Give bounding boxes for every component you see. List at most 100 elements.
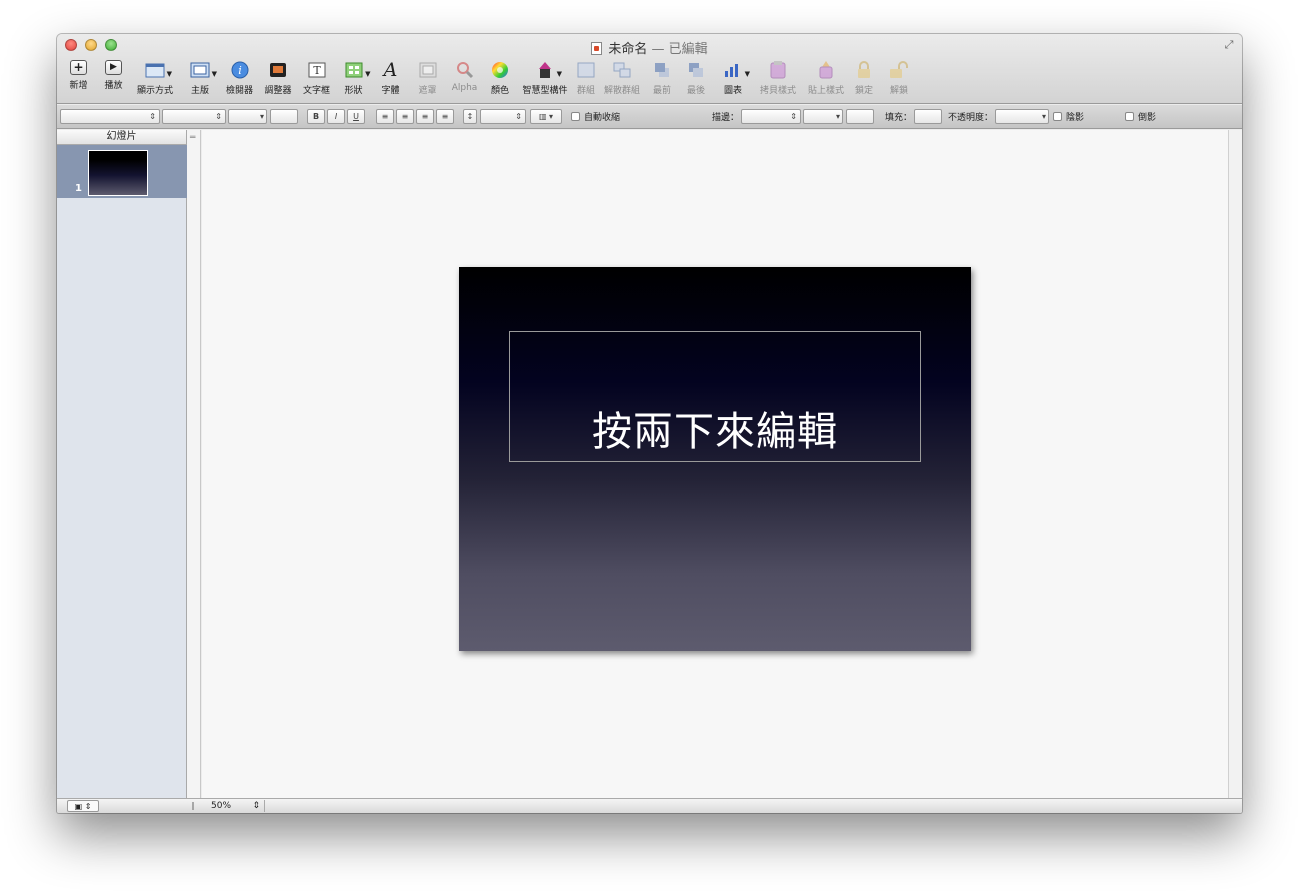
smart-build-icon: ▼: [534, 60, 562, 80]
font-family-popup[interactable]: ⇕: [162, 109, 226, 124]
zoom-value: 50%: [211, 801, 232, 811]
toolbar-new-button[interactable]: + 新增: [61, 58, 96, 102]
slide-navigator-header: 幻燈片: [57, 130, 186, 145]
toolbar-alpha-button[interactable]: Alpha: [446, 58, 483, 102]
ungroup-icon: [611, 60, 633, 80]
toolbar-inspector-button[interactable]: i 檢閱器: [221, 58, 258, 102]
autoshrink-label: 自動收縮: [584, 113, 621, 123]
title-status: 已編輯: [668, 42, 708, 57]
alpha-icon: [454, 60, 476, 80]
bold-button[interactable]: B: [307, 109, 325, 124]
toolbar-shapes-button[interactable]: ▼ 形狀: [335, 58, 372, 102]
toolbar-smart-build-button[interactable]: ▼ 智慧型構件: [517, 58, 573, 102]
navigator-splitter[interactable]: ═: [187, 130, 201, 798]
toolbar-label: 檢閱器: [225, 86, 253, 96]
view-icon: ▼: [144, 60, 172, 80]
toolbar-unlock-button[interactable]: 解鎖: [879, 58, 919, 102]
title-placeholder[interactable]: 按兩下來編輯: [509, 331, 921, 462]
toolbar-fonts-button[interactable]: A 字體: [372, 58, 409, 102]
toolbar-ungroup-button[interactable]: 解散群組: [599, 58, 645, 102]
status-bar: ▣ ⇕ ‖ 50% ⇕: [57, 798, 1242, 813]
reflection-checkbox[interactable]: [1125, 112, 1134, 121]
unlock-icon: [888, 60, 910, 80]
autoshrink-checkbox[interactable]: [571, 112, 580, 121]
underline-button[interactable]: U: [347, 109, 365, 124]
window-title-text: 未命名: [608, 42, 648, 57]
slide-navigator-item[interactable]: 1: [57, 145, 187, 198]
vertical-scrollbar[interactable]: [1228, 130, 1242, 798]
master-slides-icon: ▼: [189, 60, 217, 80]
toolbar-label: 新增: [69, 81, 88, 91]
plus-icon: +: [70, 60, 87, 75]
toolbar-textbox-button[interactable]: T 文字框: [298, 58, 335, 102]
font-size-combo[interactable]: ▾: [228, 109, 267, 124]
toolbar-play-button[interactable]: ▶ 播放: [96, 58, 131, 102]
title-placeholder-text: 按兩下來編輯: [592, 409, 838, 455]
slide[interactable]: 按兩下來編輯: [459, 267, 971, 651]
toolbar-label: 鎖定: [854, 86, 873, 96]
lock-icon: [853, 60, 875, 80]
stroke-style-popup[interactable]: ⇕: [741, 109, 801, 124]
toolbar-label: 形狀: [344, 86, 363, 96]
toolbar-back-button[interactable]: 最後: [679, 58, 713, 102]
resize-grip-icon[interactable]: ═: [190, 133, 195, 143]
zoom-popup[interactable]: 50% ⇕: [207, 800, 265, 812]
toolbar-adjust-button[interactable]: 調整器: [258, 58, 298, 102]
toolbar-mask-button[interactable]: 遮罩: [409, 58, 446, 102]
align-justify-button[interactable]: ≡: [436, 109, 454, 124]
toolbar-colors-button[interactable]: 顏色: [483, 58, 517, 102]
fill-color-well[interactable]: [914, 109, 942, 124]
toolbar-chart-button[interactable]: ▼ 圖表: [713, 58, 753, 102]
toolbar-label: 解鎖: [889, 86, 908, 96]
stepper-icon: ⇕: [84, 802, 92, 811]
toolbar-label: 播放: [104, 81, 123, 91]
line-spacing-icon[interactable]: ↕: [463, 109, 477, 124]
toolbar-label: 顏色: [490, 86, 509, 96]
toolbar-label: 群組: [576, 86, 595, 96]
line-spacing-popup[interactable]: ⇕: [480, 109, 526, 124]
group-icon: [575, 60, 597, 80]
stroke-label: 描邊：: [712, 113, 740, 123]
resize-handle-icon[interactable]: ‖: [191, 800, 195, 812]
toolbar-label: 最後: [686, 86, 705, 96]
italic-button[interactable]: I: [327, 109, 345, 124]
shadow-checkbox[interactable]: [1053, 112, 1062, 121]
toolbar-copy-style-button[interactable]: 拷貝樣式: [753, 58, 803, 102]
chevron-down-icon: ▾: [259, 112, 264, 121]
align-left-button[interactable]: ≡: [376, 109, 394, 124]
toolbar-label: 字體: [381, 86, 400, 96]
keynote-window: 未命名 — 已編輯 ⤢ + 新增 ▶ 播放 ▼ 顯示方式 ▼ 主版 i 檢閱器 …: [57, 34, 1242, 813]
text-color-well[interactable]: [270, 109, 298, 124]
slide-number: 1: [75, 183, 82, 194]
toolbar-label: Alpha: [451, 83, 478, 93]
stepper-icon: ⇕: [215, 112, 222, 121]
stepper-icon: ⇕: [790, 112, 797, 121]
adjust-image-icon: [267, 60, 289, 80]
chevron-down-icon: ▾: [835, 112, 840, 121]
stroke-width-combo[interactable]: ▾: [803, 109, 843, 124]
slide-view-popup[interactable]: ▣ ⇕: [67, 800, 99, 812]
paragraph-style-popup[interactable]: ⇕: [60, 109, 160, 124]
toolbar-label: 顯示方式: [136, 86, 173, 96]
columns-popup[interactable]: ▥ ▾: [530, 109, 562, 124]
toolbar-lock-button[interactable]: 鎖定: [849, 58, 879, 102]
paste-style-icon: [815, 60, 837, 80]
slide-thumbnail[interactable]: [88, 150, 148, 196]
format-bar: ⇕ ⇕ ▾ B I U ≡ ≡ ≡ ≡ ↕ ⇕ ▥ ▾ 自動收縮 描邊： ⇕ ▾…: [57, 105, 1242, 129]
text-box-icon: T: [306, 60, 328, 80]
toolbar-paste-style-button[interactable]: 貼上樣式: [803, 58, 849, 102]
toolbar-master-button[interactable]: ▼ 主版: [179, 58, 221, 102]
toolbar-front-button[interactable]: 最前: [645, 58, 679, 102]
mask-icon: [417, 60, 439, 80]
align-right-button[interactable]: ≡: [416, 109, 434, 124]
stepper-icon: ⇕: [149, 112, 156, 121]
align-center-button[interactable]: ≡: [396, 109, 414, 124]
person-icon: ▣: [74, 802, 83, 811]
toolbar-group-button[interactable]: 群組: [573, 58, 599, 102]
fullscreen-icon[interactable]: ⤢: [1222, 38, 1236, 52]
toolbar-view-button[interactable]: ▼ 顯示方式: [131, 58, 179, 102]
opacity-combo[interactable]: ▾: [995, 109, 1049, 124]
stepper-icon: ⇕: [252, 801, 260, 811]
stroke-color-well[interactable]: [846, 109, 874, 124]
fonts-icon: A: [383, 59, 398, 81]
